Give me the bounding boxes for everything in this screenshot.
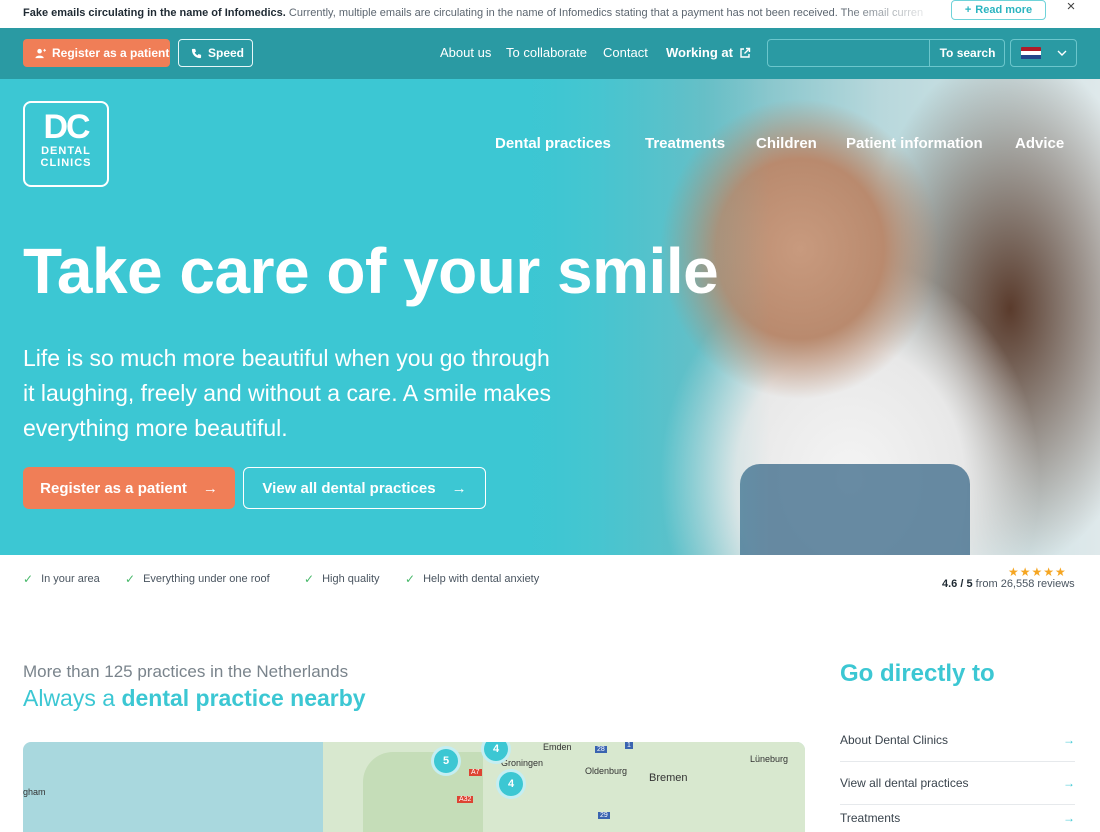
alert-fade <box>840 0 940 28</box>
dental-clinics-logo[interactable]: DC DENTAL CLINICS <box>23 101 109 187</box>
plus-icon: + <box>964 4 972 16</box>
speed-button[interactable]: Speed <box>178 39 253 67</box>
practices-map[interactable]: Emden Groningen Oldenburg Bremen Lünebur… <box>23 742 805 832</box>
usp-item: ✓ In your area <box>23 572 100 586</box>
logo-line-2: CLINICS <box>40 157 92 169</box>
check-icon: ✓ <box>405 572 416 586</box>
practices-title-light: Always a <box>23 685 116 711</box>
map-label-luneburg: Lüneburg <box>750 754 789 764</box>
read-more-label: Read more <box>975 4 1033 16</box>
map-label-emden: Emden <box>543 742 572 752</box>
nav-advice[interactable]: Advice <box>1015 135 1064 152</box>
go-link-label: Treatments <box>840 811 901 825</box>
go-link-about[interactable]: About Dental Clinics → <box>840 719 1075 762</box>
map-road-28: 28 <box>595 746 607 753</box>
register-patient-button-small[interactable]: Register as a patient <box>23 39 170 67</box>
link-working-at[interactable]: Working at <box>666 45 751 60</box>
arrow-right-icon: → <box>1063 733 1075 747</box>
arrow-right-icon: → <box>451 479 467 497</box>
arrow-right-icon: → <box>1063 811 1075 825</box>
check-icon: ✓ <box>304 572 315 586</box>
close-icon[interactable]: × <box>1063 0 1079 16</box>
usp-item: ✓ High quality <box>304 572 380 586</box>
check-icon: ✓ <box>23 572 34 586</box>
rating-summary[interactable]: 4.6 / 5 from 26,558 reviews <box>942 578 1075 590</box>
speed-label: Speed <box>208 46 245 60</box>
map-road-a32: A32 <box>457 796 474 803</box>
star-rating-icon: ★★★★★ <box>1008 565 1067 579</box>
search-button[interactable]: To search <box>929 40 1005 66</box>
phone-icon <box>191 48 202 58</box>
working-at-label: Working at <box>666 45 733 60</box>
read-more-button[interactable]: + Read more <box>951 0 1046 20</box>
alert-title: Fake emails circulating in the name of I… <box>23 7 286 19</box>
alert-body: Currently, multiple emails are circulati… <box>285 7 923 19</box>
link-about-us[interactable]: About us <box>440 45 491 60</box>
usp-label: Help with dental anxiety <box>423 573 540 585</box>
rating-reviews: from 26,558 reviews <box>975 578 1075 590</box>
register-label: Register as a patient <box>52 46 170 60</box>
register-patient-button[interactable]: Register as a patient → <box>23 467 235 509</box>
logo-mark: DC <box>43 108 90 146</box>
external-link-icon <box>740 47 751 58</box>
map-label-gham: gham <box>23 787 46 797</box>
logo-line-1: DENTAL <box>41 145 91 157</box>
alert-message: Fake emails circulating in the name of I… <box>23 7 923 19</box>
map-label-oldenburg: Oldenburg <box>585 766 628 776</box>
view-practices-label: View all dental practices <box>262 479 436 497</box>
map-land <box>363 752 483 832</box>
chevron-down-icon <box>1057 50 1067 56</box>
usp-label: High quality <box>322 573 380 585</box>
view-practices-button[interactable]: View all dental practices → <box>243 467 486 509</box>
usp-item: ✓ Help with dental anxiety <box>405 572 539 586</box>
go-link-practices[interactable]: View all dental practices → <box>840 762 1075 805</box>
go-directly-title: Go directly to <box>840 660 995 687</box>
user-plus-icon <box>35 48 46 58</box>
usp-label: In your area <box>41 573 100 585</box>
usp-item: ✓ Everything under one roof <box>125 572 270 586</box>
hero-section: DC DENTAL CLINICS Dental practices Treat… <box>0 79 1100 555</box>
arrow-right-icon: → <box>202 479 218 497</box>
search-box: To search <box>767 39 1005 67</box>
usp-label: Everything under one roof <box>143 573 270 585</box>
map-road-1: 1 <box>625 742 633 749</box>
arrow-right-icon: → <box>1063 776 1075 790</box>
practices-subtitle: More than 125 practices in the Netherlan… <box>23 662 349 681</box>
practices-title-bold: dental practice nearby <box>121 685 366 711</box>
rating-score: 4.6 / 5 <box>942 578 973 590</box>
hero-title: Take care of your smile <box>23 235 719 307</box>
map-road-29: 29 <box>598 812 610 819</box>
map-label-groningen: Groningen <box>501 758 544 768</box>
nav-dental-practices[interactable]: Dental practices <box>495 135 611 152</box>
link-collaborate[interactable]: To collaborate <box>506 45 587 60</box>
nav-treatments[interactable]: Treatments <box>645 135 725 152</box>
map-road-a7: A7 <box>469 769 482 776</box>
netherlands-flag-icon <box>1021 46 1041 60</box>
link-contact[interactable]: Contact <box>603 45 648 60</box>
check-icon: ✓ <box>125 572 136 586</box>
go-link-label: About Dental Clinics <box>840 733 949 747</box>
hero-subtitle: Life is so much more beautiful when you … <box>23 345 552 441</box>
go-link-treatments[interactable]: Treatments → <box>840 805 1075 825</box>
nav-patient-information[interactable]: Patient information <box>846 135 983 152</box>
language-selector[interactable] <box>1010 39 1077 67</box>
register-cta-label: Register as a patient <box>40 479 187 497</box>
go-link-label: View all dental practices <box>840 776 969 790</box>
top-utility-bar: Register as a patient Speed About us To … <box>0 28 1100 79</box>
alert-banner: Fake emails circulating in the name of I… <box>0 0 1100 28</box>
map-cluster-marker[interactable]: 4 <box>496 769 526 799</box>
map-cluster-marker[interactable]: 5 <box>431 746 461 776</box>
map-label-bremen: Bremen <box>649 772 688 784</box>
practices-title: Always a dental practice nearby <box>23 685 366 712</box>
search-input[interactable] <box>768 40 929 66</box>
nav-children[interactable]: Children <box>756 135 817 152</box>
